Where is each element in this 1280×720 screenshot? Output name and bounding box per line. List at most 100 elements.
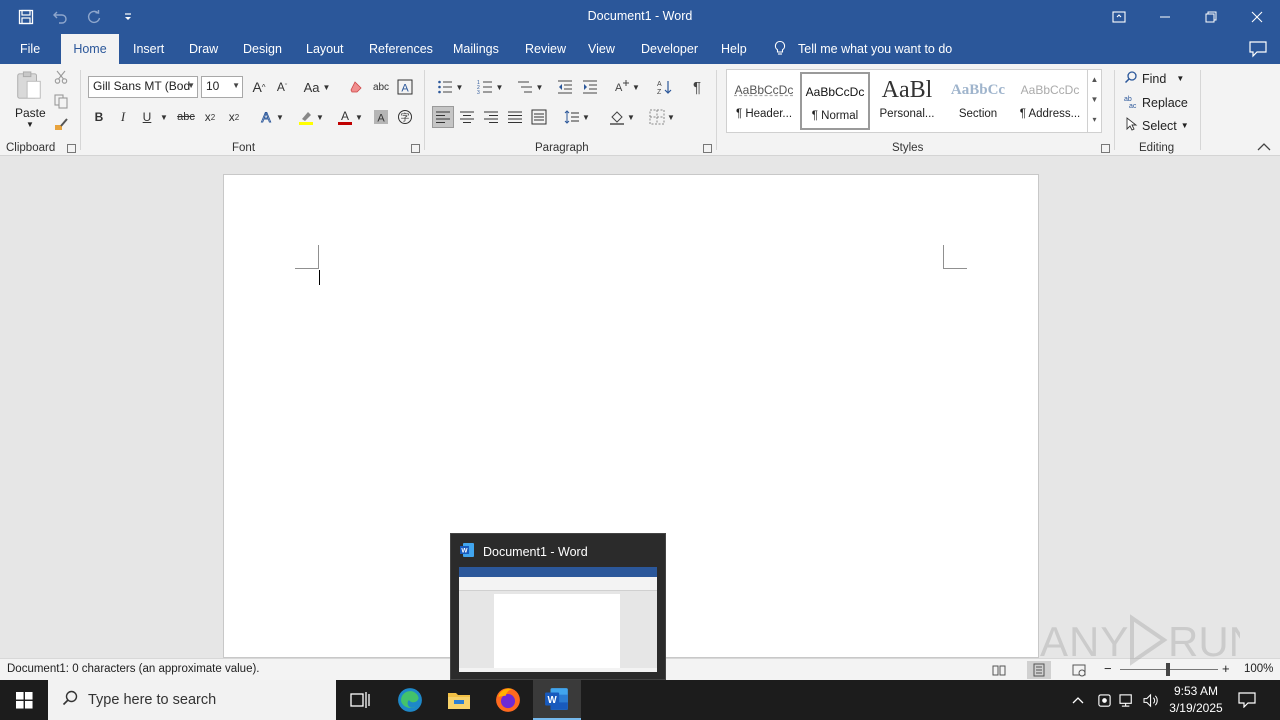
comments-icon[interactable] xyxy=(1248,40,1268,58)
network-icon[interactable] xyxy=(1116,680,1138,720)
firefox-icon[interactable] xyxy=(484,680,532,720)
line-spacing-icon[interactable]: ▼ xyxy=(560,106,594,128)
tab-help[interactable]: Help xyxy=(709,34,759,64)
italic-button[interactable]: I xyxy=(114,106,132,128)
chevron-down-icon[interactable]: ▼ xyxy=(1088,90,1101,110)
tab-references[interactable]: References xyxy=(357,34,445,64)
preview-thumbnail[interactable] xyxy=(459,567,657,672)
taskbar-search-box[interactable]: Type here to search xyxy=(48,680,336,720)
clipboard-launcher-icon[interactable] xyxy=(67,144,76,153)
tell-me-search[interactable]: Tell me what you want to do xyxy=(772,34,952,64)
style-personal[interactable]: AaBl Personal... xyxy=(872,72,942,130)
minimize-icon[interactable] xyxy=(1142,0,1188,34)
style-section[interactable]: AaBbCc Section xyxy=(943,72,1013,130)
tab-developer[interactable]: Developer xyxy=(629,34,710,64)
styles-launcher-icon[interactable] xyxy=(1101,144,1110,153)
cut-icon[interactable] xyxy=(52,68,70,86)
underline-dropdown-icon[interactable]: ▼ xyxy=(158,106,170,128)
align-center-icon[interactable] xyxy=(457,106,477,128)
tab-home[interactable]: Home xyxy=(61,34,119,64)
bullets-icon[interactable]: ▼ xyxy=(432,76,468,98)
align-left-icon[interactable] xyxy=(432,106,454,128)
style-heading[interactable]: AaBbCcDc ¶ Header... xyxy=(729,72,799,130)
ribbon-tabs: File Home Insert Draw Design Layout Refe… xyxy=(0,34,1280,64)
change-case-button[interactable]: Aa ▼ xyxy=(300,76,334,98)
search-icon xyxy=(1124,70,1138,87)
chevron-up-icon[interactable] xyxy=(1068,680,1088,720)
tab-layout[interactable]: Layout xyxy=(294,34,356,64)
taskbar-window-preview[interactable]: W Document1 - Word xyxy=(450,533,666,680)
taskbar-clock[interactable]: 9:53 AM 3/19/2025 xyxy=(1164,683,1228,717)
divider xyxy=(80,70,81,150)
distributed-icon[interactable] xyxy=(529,106,549,128)
decrease-indent-icon[interactable] xyxy=(555,76,575,98)
style-address[interactable]: AaBbCcDc ¶ Address... xyxy=(1015,72,1085,130)
font-launcher-icon[interactable] xyxy=(411,144,420,153)
windows-start-icon[interactable] xyxy=(0,680,48,720)
word-count-status[interactable]: Document1: 0 characters (an approximate … xyxy=(7,663,259,675)
text-effects-icon[interactable]: A ▼ xyxy=(254,106,288,128)
justify-icon[interactable] xyxy=(505,106,525,128)
font-name-combo[interactable]: Gill Sans MT (Bod ▼ xyxy=(88,76,198,98)
grow-font-icon[interactable]: A ^ xyxy=(250,76,268,98)
tab-design[interactable]: Design xyxy=(231,34,294,64)
highlight-color-icon[interactable]: ▼ xyxy=(293,106,329,128)
replace-label: Replace xyxy=(1142,95,1188,110)
file-explorer-icon[interactable] xyxy=(435,680,483,720)
restore-icon[interactable] xyxy=(1188,0,1234,34)
more-styles-icon[interactable]: ▾ xyxy=(1088,110,1101,130)
tab-view[interactable]: View xyxy=(576,34,627,64)
tab-review[interactable]: Review xyxy=(513,34,578,64)
shrink-font-icon[interactable]: Aˇ xyxy=(273,76,291,98)
paste-icon[interactable] xyxy=(12,68,46,104)
strikethrough-button[interactable]: abc xyxy=(174,106,198,128)
edge-browser-icon[interactable] xyxy=(386,680,434,720)
paste-label[interactable]: Paste xyxy=(15,106,46,120)
paste-dropdown-icon[interactable]: ▼ xyxy=(26,120,34,129)
tab-mailings[interactable]: Mailings xyxy=(441,34,511,64)
collapse-ribbon-icon[interactable] xyxy=(1255,140,1273,154)
styles-scrollbar[interactable]: ▲ ▼ ▾ xyxy=(1087,70,1101,132)
shading-icon[interactable]: ▼ xyxy=(604,106,640,128)
close-icon[interactable] xyxy=(1234,0,1280,34)
ribbon-display-options-icon[interactable] xyxy=(1096,0,1142,34)
character-shading-icon[interactable]: A xyxy=(371,106,391,128)
find-label: Find xyxy=(1142,71,1167,86)
sort-icon[interactable]: AZ xyxy=(655,76,675,98)
word-taskbar-icon[interactable]: W xyxy=(533,680,581,720)
font-color-icon[interactable]: A ▼ xyxy=(332,106,368,128)
read-mode-icon[interactable] xyxy=(987,661,1011,679)
volume-icon[interactable] xyxy=(1140,680,1162,720)
zoom-level[interactable]: 100% xyxy=(1244,663,1273,675)
tab-insert[interactable]: Insert xyxy=(121,34,176,64)
asian-layout-icon[interactable]: A ▼ xyxy=(610,76,644,98)
replace-button[interactable]: ab ac Replace xyxy=(1124,94,1188,111)
borders-icon[interactable]: ▼ xyxy=(644,106,680,128)
style-normal[interactable]: AaBbCcDc ¶ Normal xyxy=(800,72,870,130)
find-button[interactable]: Find ▼ xyxy=(1124,70,1184,87)
task-view-icon[interactable] xyxy=(336,680,384,720)
notifications-icon[interactable] xyxy=(1234,680,1260,720)
select-button[interactable]: Select ▼ xyxy=(1124,117,1189,134)
font-size-combo[interactable]: 10 ▼ xyxy=(201,76,243,98)
tab-draw[interactable]: Draw xyxy=(177,34,230,64)
subscript-icon[interactable]: x2 xyxy=(200,106,220,128)
underline-button[interactable]: U xyxy=(138,106,156,128)
character-border-icon[interactable]: A xyxy=(395,76,415,98)
increase-indent-icon[interactable] xyxy=(580,76,600,98)
paragraph-launcher-icon[interactable] xyxy=(703,144,712,153)
superscript-icon[interactable]: x2 xyxy=(224,106,244,128)
bold-button[interactable]: B xyxy=(90,106,108,128)
multilevel-list-icon[interactable]: ▼ xyxy=(512,76,548,98)
defender-icon[interactable] xyxy=(1094,680,1114,720)
show-paragraph-marks-button[interactable]: ¶ xyxy=(687,76,707,98)
chevron-up-icon[interactable]: ▲ xyxy=(1088,70,1101,90)
clear-formatting-icon[interactable] xyxy=(346,76,368,98)
phonetic-guide-icon[interactable]: abc xyxy=(370,76,392,98)
align-right-icon[interactable] xyxy=(481,106,501,128)
copy-icon[interactable] xyxy=(52,92,70,110)
tab-file[interactable]: File xyxy=(8,34,52,64)
enclose-characters-icon[interactable]: 字 xyxy=(395,106,415,128)
format-painter-icon[interactable] xyxy=(52,115,70,133)
numbering-icon[interactable]: 1 2 3 ▼ xyxy=(472,76,508,98)
